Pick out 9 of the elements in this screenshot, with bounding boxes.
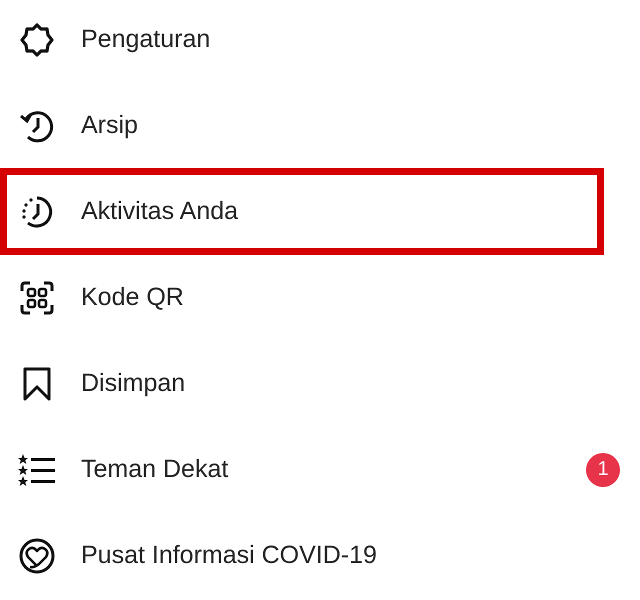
menu-item[interactable]: Pusat Informasi COVID-19 [7, 536, 377, 576]
menu-item[interactable]: Kode QR [7, 278, 184, 318]
menu-item[interactable]: Arsip [7, 106, 138, 146]
menu-item[interactable]: Disimpan [7, 364, 186, 404]
menu-item[interactable]: Pengaturan [7, 20, 210, 60]
notification-badge: 1 [586, 452, 620, 486]
heart-circle-icon [17, 536, 57, 576]
menu-item[interactable]: Aktivitas Anda [7, 192, 238, 232]
menu-item[interactable]: Teman Dekat [7, 450, 228, 490]
